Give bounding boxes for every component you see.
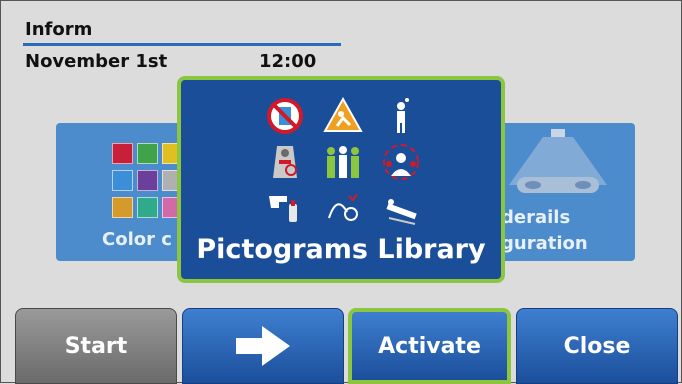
person-thinking-icon: [375, 94, 427, 138]
header-time: 12:00: [259, 51, 317, 72]
bed-restraint-icon: [259, 140, 311, 184]
siderails-label-line1: derails: [501, 207, 571, 228]
next-button[interactable]: [182, 308, 344, 384]
color-swatch: [137, 197, 158, 218]
pictograms-library-tile[interactable]: Pictograms Library: [177, 76, 505, 283]
pictogram-grid: [259, 94, 427, 230]
start-button[interactable]: Start: [15, 308, 177, 384]
color-tile-label: Color c: [102, 229, 172, 250]
hand-finger-icon: [259, 186, 311, 230]
fall-risk-icon: [317, 94, 369, 138]
color-swatch: [112, 170, 133, 191]
header-divider: [23, 43, 341, 46]
color-swatch: [112, 197, 133, 218]
group-assist-icon: [317, 140, 369, 184]
stretcher-icon: [375, 186, 427, 230]
close-button[interactable]: Close: [516, 308, 678, 384]
color-swatch: [112, 143, 133, 164]
color-swatch: [137, 170, 158, 191]
arrow-right-icon: [236, 326, 290, 366]
iv-drip-icon: [317, 186, 369, 230]
screen: Inform November 1st 12:00 Color c derail…: [0, 0, 682, 384]
pictograms-library-title: Pictograms Library: [196, 234, 486, 265]
color-swatches-icon: [112, 143, 183, 218]
no-drink-icon: [259, 94, 311, 138]
page-title: Inform: [25, 19, 93, 40]
header-date: November 1st: [25, 51, 168, 72]
siderails-label-line2: guration: [501, 233, 588, 254]
activate-button[interactable]: Activate: [348, 308, 511, 384]
color-swatch: [137, 143, 158, 164]
pain-person-icon: [375, 140, 427, 184]
lamp-light-icon: [509, 129, 607, 193]
siderails-configuration-tile[interactable]: derails guration: [489, 123, 635, 261]
